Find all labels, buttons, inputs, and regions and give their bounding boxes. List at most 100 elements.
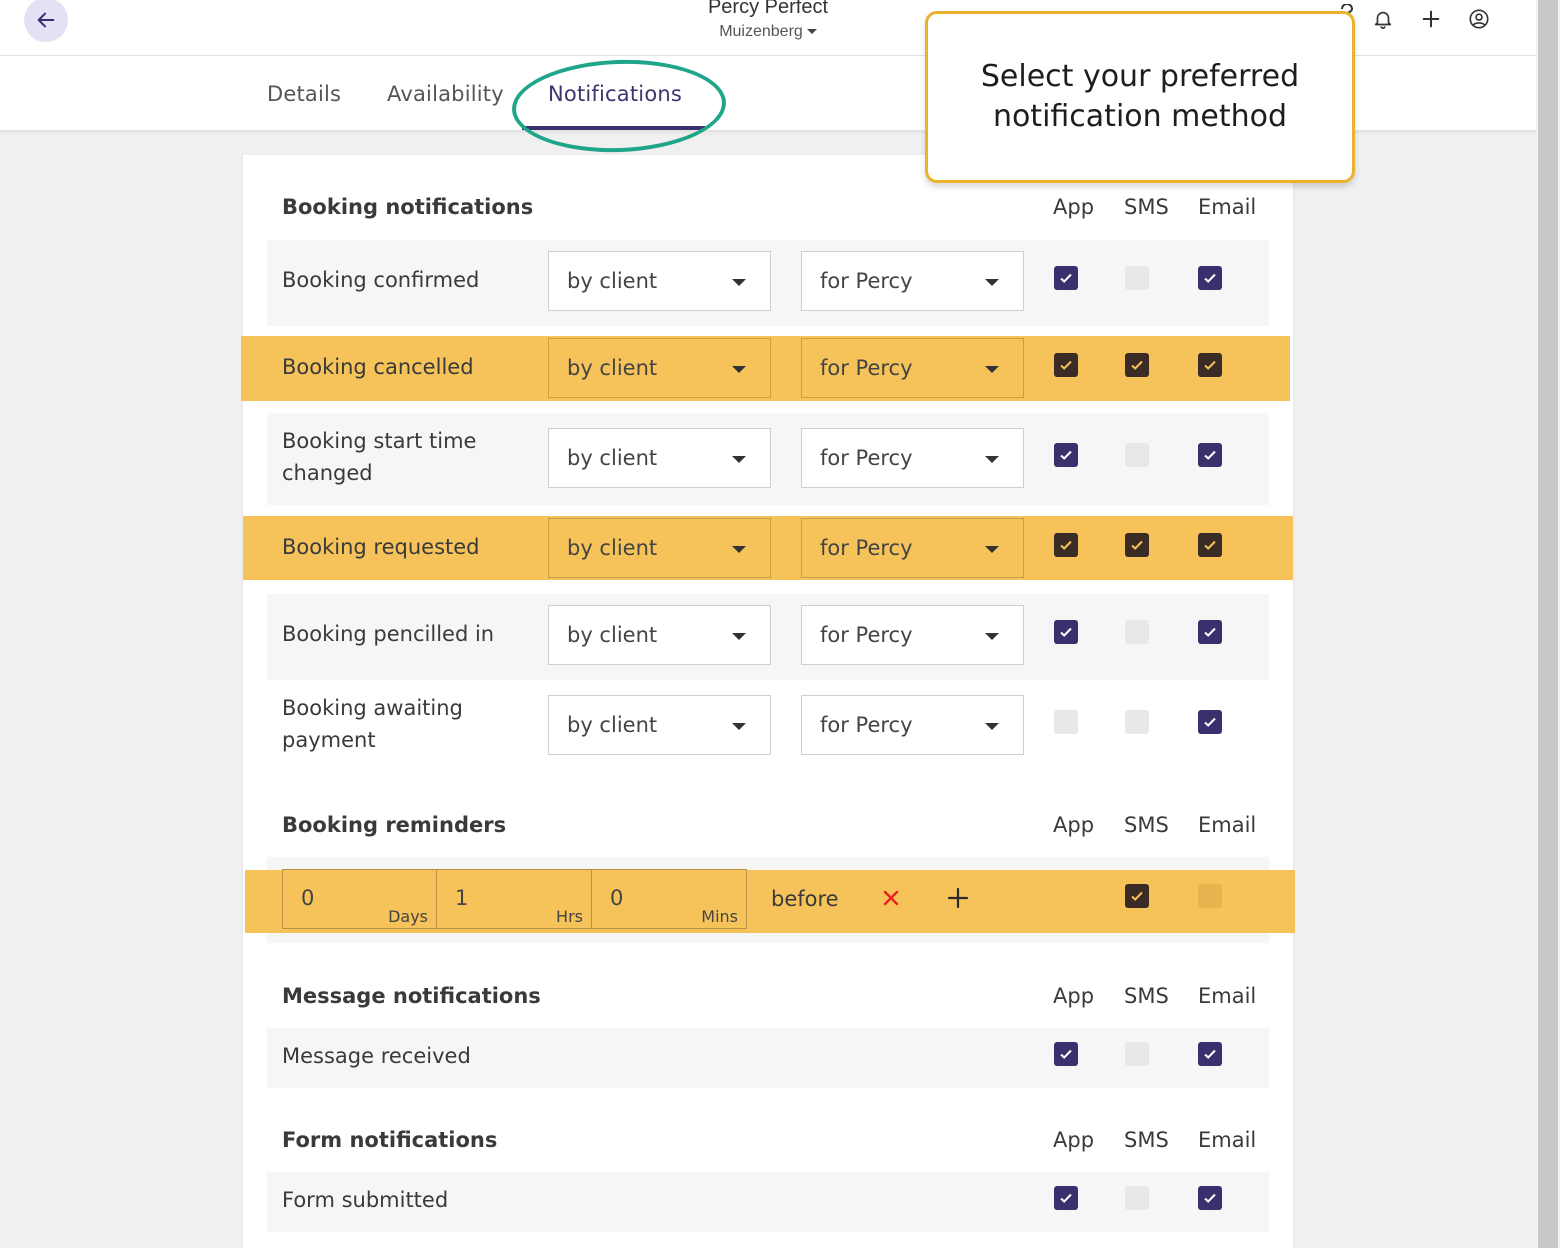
check-icon [1204, 360, 1216, 370]
app-checkbox[interactable] [1054, 1186, 1078, 1210]
for-select-value: for Percy [820, 713, 913, 737]
caret-down-icon [732, 279, 746, 286]
for-select[interactable]: for Percy [801, 695, 1024, 755]
bell-icon[interactable] [1370, 6, 1396, 32]
col-email: Email [1198, 1128, 1257, 1152]
email-checkbox[interactable] [1198, 710, 1222, 734]
minutes-input[interactable]: 0 Mins [591, 869, 747, 929]
email-checkbox[interactable] [1198, 884, 1222, 908]
days-input[interactable]: 0 Days [282, 869, 437, 929]
message-notifications-title: Message notifications [282, 984, 541, 1008]
caret-down-icon [732, 633, 746, 640]
row-label: Booking requested [282, 535, 480, 559]
row-label: Booking start time changed [282, 429, 477, 485]
caret-down-icon [732, 723, 746, 730]
minutes-value: 0 [610, 886, 624, 910]
check-icon [1204, 717, 1216, 727]
form-notifications-title: Form notifications [282, 1128, 498, 1152]
hours-input[interactable]: 1 Hrs [436, 869, 592, 929]
col-app: App [1053, 195, 1095, 219]
sms-checkbox[interactable] [1125, 266, 1149, 290]
email-checkbox[interactable] [1198, 1186, 1222, 1210]
by-select[interactable]: by client [548, 518, 771, 578]
caret-down-icon [985, 279, 999, 286]
booking-notifications-title: Booking notifications [282, 195, 534, 219]
sms-checkbox[interactable] [1125, 884, 1149, 908]
close-icon[interactable] [882, 889, 900, 907]
app-checkbox[interactable] [1054, 266, 1078, 290]
by-select-value: by client [567, 269, 658, 293]
check-icon [1060, 1193, 1072, 1203]
by-select[interactable]: by client [548, 251, 771, 311]
plus-icon[interactable] [1418, 6, 1444, 32]
row-label: Form submitted [282, 1188, 449, 1212]
account-icon[interactable] [1466, 6, 1492, 32]
for-select[interactable]: for Percy [801, 428, 1024, 488]
email-checkbox[interactable] [1198, 1042, 1222, 1066]
sms-checkbox[interactable] [1125, 353, 1149, 377]
app-checkbox[interactable] [1054, 710, 1078, 734]
tab-availability[interactable]: Availability [387, 82, 504, 106]
col-sms: SMS [1124, 984, 1169, 1008]
check-icon [1204, 627, 1216, 637]
sms-checkbox[interactable] [1125, 710, 1149, 734]
scrollbar-thumb[interactable] [1538, 0, 1558, 1248]
tab-details[interactable]: Details [267, 82, 341, 106]
email-checkbox[interactable] [1198, 533, 1222, 557]
email-checkbox[interactable] [1198, 266, 1222, 290]
app-checkbox[interactable] [1054, 443, 1078, 467]
days-value: 0 [301, 886, 315, 910]
hours-unit: Hrs [556, 907, 583, 926]
col-sms: SMS [1124, 195, 1169, 219]
caret-down-icon [985, 633, 999, 640]
for-select-value: for Percy [820, 536, 913, 560]
by-select-value: by client [567, 536, 658, 560]
by-select[interactable]: by client [548, 605, 771, 665]
plus-icon[interactable] [947, 887, 969, 909]
hours-value: 1 [455, 886, 469, 910]
check-icon [1204, 1193, 1216, 1203]
by-select[interactable]: by client [548, 695, 771, 755]
email-checkbox[interactable] [1198, 443, 1222, 467]
for-select[interactable]: for Percy [801, 251, 1024, 311]
check-icon [1060, 360, 1072, 370]
sms-checkbox[interactable] [1125, 620, 1149, 644]
before-label: before [771, 887, 839, 911]
location-label: Muizenberg [719, 23, 803, 40]
col-email: Email [1198, 195, 1257, 219]
sms-checkbox[interactable] [1125, 1042, 1149, 1066]
row-label: Booking cancelled [282, 355, 474, 379]
by-select[interactable]: by client [548, 428, 771, 488]
col-app: App [1053, 1128, 1095, 1152]
days-unit: Days [388, 907, 428, 926]
caret-down-icon [985, 546, 999, 553]
for-select[interactable]: for Percy [801, 518, 1024, 578]
col-sms: SMS [1124, 813, 1169, 837]
col-email: Email [1198, 813, 1257, 837]
sms-checkbox[interactable] [1125, 1186, 1149, 1210]
row-label: Booking awaiting payment [282, 696, 463, 752]
col-app: App [1053, 984, 1095, 1008]
sms-checkbox[interactable] [1125, 533, 1149, 557]
for-select-value: for Percy [820, 623, 913, 647]
check-icon [1060, 273, 1072, 283]
email-checkbox[interactable] [1198, 620, 1222, 644]
by-select-value: by client [567, 356, 658, 380]
check-icon [1060, 540, 1072, 550]
for-select-value: for Percy [820, 446, 913, 470]
for-select[interactable]: for Percy [801, 605, 1024, 665]
by-select-value: by client [567, 446, 658, 470]
app-checkbox[interactable] [1054, 533, 1078, 557]
by-select-value: by client [567, 623, 658, 647]
row-label: Booking confirmed [282, 268, 480, 292]
col-app: App [1053, 813, 1095, 837]
email-checkbox[interactable] [1198, 353, 1222, 377]
app-checkbox[interactable] [1054, 353, 1078, 377]
for-select-value: for Percy [820, 269, 913, 293]
app-checkbox[interactable] [1054, 620, 1078, 644]
sms-checkbox[interactable] [1125, 443, 1149, 467]
tooltip-callout: Select your preferred notification metho… [925, 11, 1355, 183]
app-checkbox[interactable] [1054, 1042, 1078, 1066]
by-select[interactable]: by client [548, 338, 771, 398]
for-select[interactable]: for Percy [801, 338, 1024, 398]
